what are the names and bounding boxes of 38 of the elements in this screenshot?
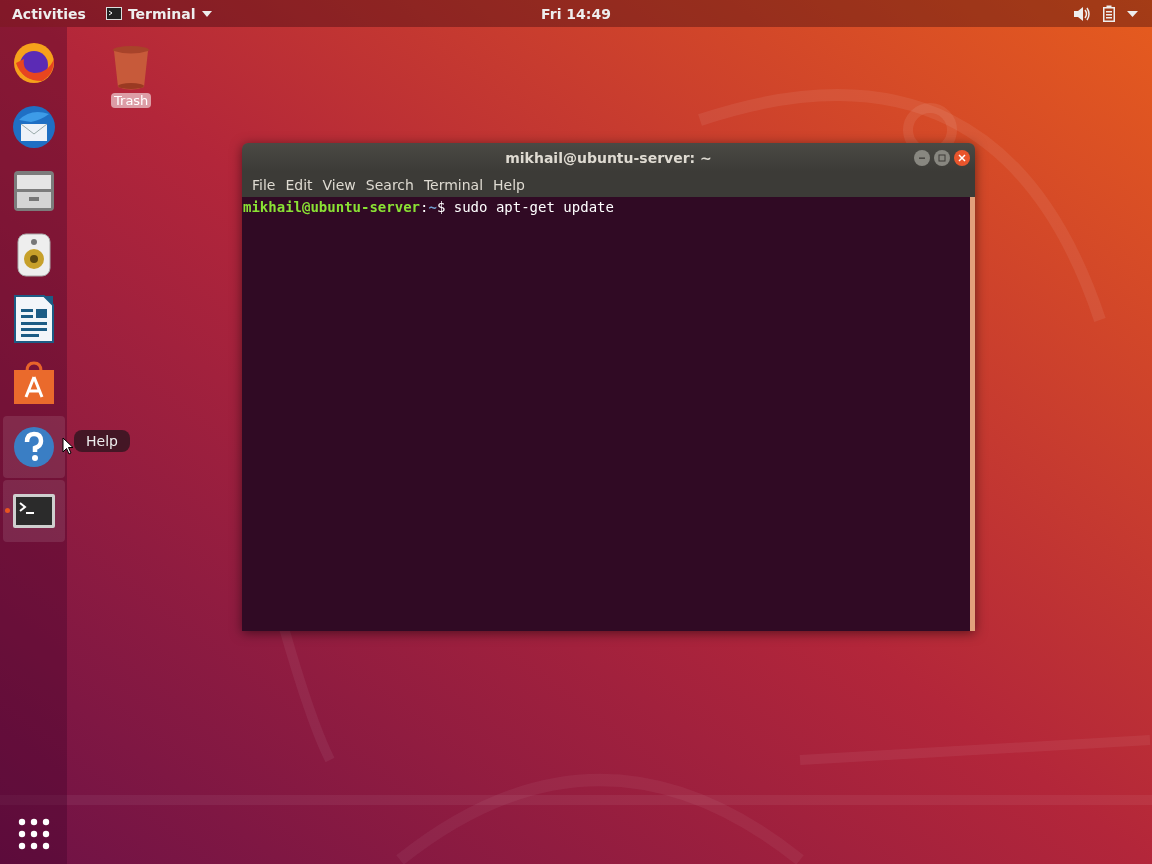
prompt-separator: : [420,199,429,215]
document-icon [13,295,54,343]
clock[interactable]: Fri 14:49 [541,5,611,22]
menu-item[interactable]: Edit [281,176,317,193]
menu-item[interactable]: Search [361,176,418,193]
app-grid-icon[interactable] [17,818,50,850]
prompt-user-host: mikhail@ubuntu-server [243,199,420,215]
close-button[interactable] [954,150,970,166]
menu-item[interactable]: Help [489,176,529,193]
bird-envelope-icon [10,104,57,150]
window-title: mikhail@ubuntu-server: ~ [505,149,712,166]
file-cabinet-icon [12,169,55,213]
cursor-icon [62,437,74,455]
terminal-icon [11,493,56,529]
activities-button[interactable]: Activities [12,5,86,22]
menu-item[interactable]: View [318,176,360,193]
menu-item[interactable]: Terminal [419,176,488,193]
menu-item[interactable]: File [248,176,280,193]
caret-icon[interactable] [1127,10,1138,17]
speaker-icon [15,233,52,277]
terminal-icon [105,7,122,20]
caret-icon [201,10,212,17]
running-indicator [4,508,10,513]
battery-icon[interactable] [1103,5,1115,22]
help-launcher[interactable] [2,416,65,478]
tooltip: Help [74,430,130,452]
fox-globe-icon [11,41,56,85]
command-text: sudo apt-get update [453,199,614,215]
shopping-bag-icon [11,361,56,405]
volume-icon[interactable] [1073,5,1091,22]
maximize-icon [938,154,946,162]
help-icon [12,426,55,468]
prompt-symbol: $ [436,199,446,215]
close-icon [958,154,966,162]
minimize-button[interactable] [914,150,930,166]
terminal-launcher[interactable] [2,480,65,542]
app-menu[interactable]: Terminal [105,5,212,22]
prompt-path: ~ [428,199,437,215]
